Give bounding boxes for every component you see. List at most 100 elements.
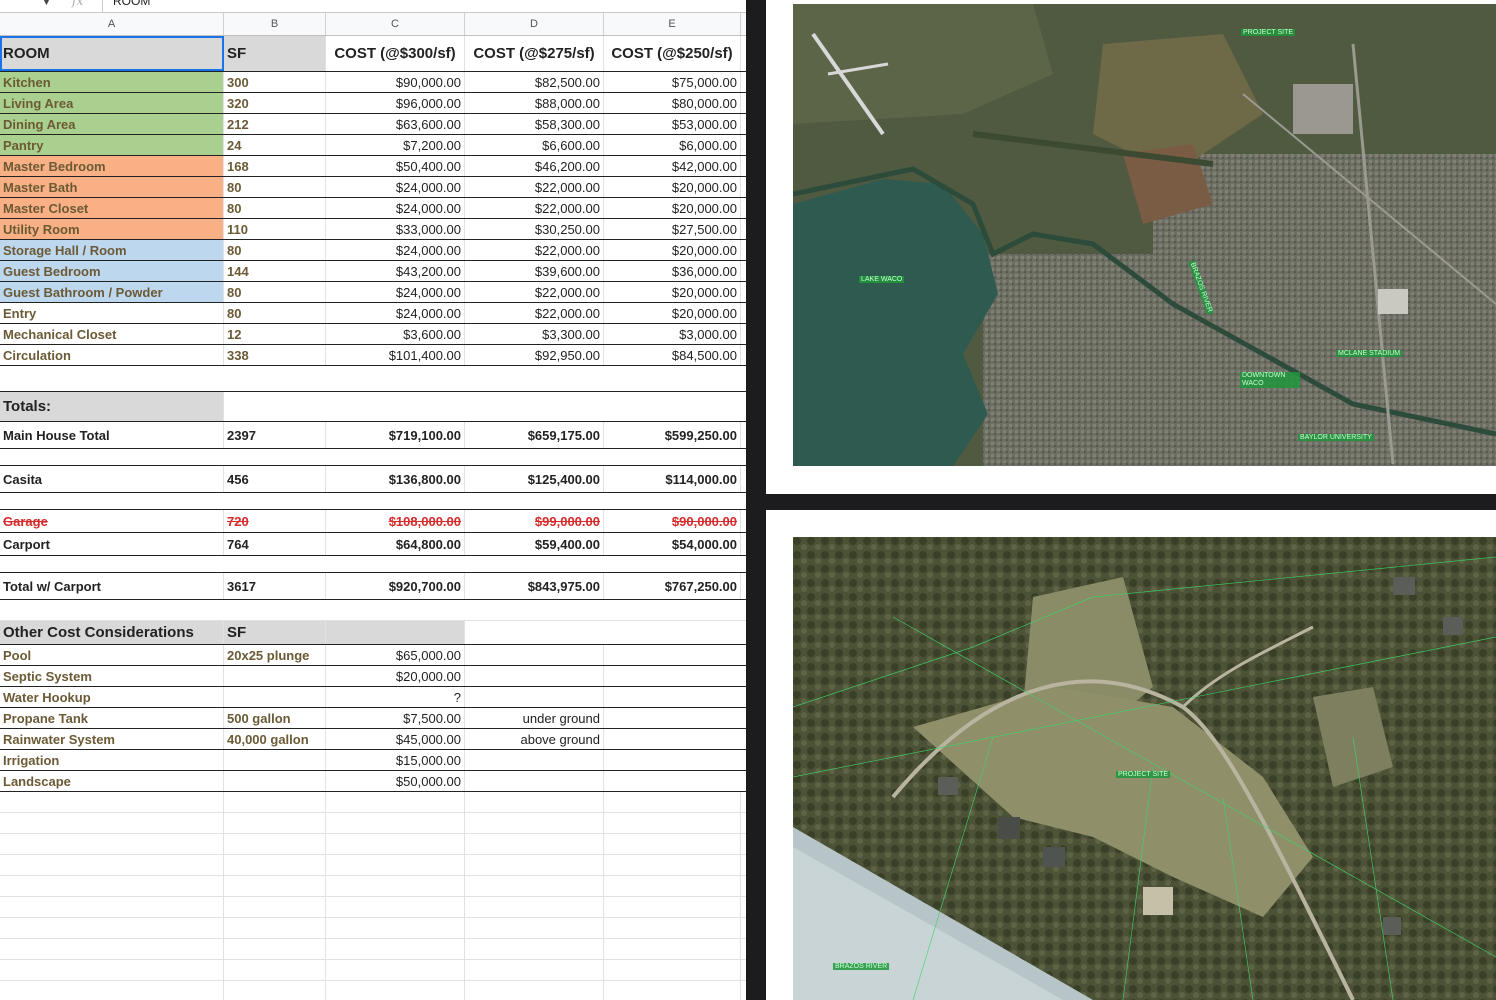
cell[interactable] bbox=[0, 918, 224, 938]
cell[interactable] bbox=[224, 855, 326, 875]
room-name-cell[interactable]: Entry bbox=[0, 303, 224, 323]
room-sf-cell[interactable]: 320 bbox=[224, 93, 326, 113]
room-sf-cell[interactable]: 144 bbox=[224, 261, 326, 281]
room-name-cell[interactable]: Mechanical Closet bbox=[0, 324, 224, 344]
cell[interactable] bbox=[326, 918, 465, 938]
cell[interactable] bbox=[224, 918, 326, 938]
room-cost-cell[interactable]: $36,000.00 bbox=[604, 261, 741, 281]
other-item-note-cell[interactable] bbox=[465, 666, 604, 686]
room-cost-cell[interactable]: $84,500.00 bbox=[604, 345, 741, 365]
total-main-cost-cell[interactable]: $659,175.00 bbox=[465, 422, 604, 448]
room-cost-cell[interactable]: $39,600.00 bbox=[465, 261, 604, 281]
cell[interactable] bbox=[465, 981, 604, 1000]
room-sf-cell[interactable]: 80 bbox=[224, 177, 326, 197]
room-cost-cell[interactable]: $22,000.00 bbox=[465, 303, 604, 323]
total-garage-cost-cell[interactable]: $99,000.00 bbox=[465, 510, 604, 532]
totals-label-cell[interactable]: Totals: bbox=[0, 392, 224, 421]
cell[interactable] bbox=[465, 876, 604, 896]
cell[interactable] bbox=[224, 897, 326, 917]
cell[interactable] bbox=[465, 939, 604, 959]
cell[interactable] bbox=[0, 939, 224, 959]
cell[interactable] bbox=[465, 834, 604, 854]
column-header-b[interactable]: B bbox=[224, 13, 326, 35]
room-cost-cell[interactable]: $24,000.00 bbox=[326, 198, 465, 218]
room-cost-cell[interactable]: $75,000.00 bbox=[604, 72, 741, 92]
other-header-cell[interactable]: Other Cost Considerations bbox=[0, 621, 224, 644]
cell[interactable] bbox=[604, 813, 741, 833]
room-sf-cell[interactable]: 80 bbox=[224, 198, 326, 218]
room-cost-cell[interactable]: $53,000.00 bbox=[604, 114, 741, 134]
cell[interactable] bbox=[224, 813, 326, 833]
column-header-d[interactable]: D bbox=[465, 13, 604, 35]
room-cost-cell[interactable]: $50,400.00 bbox=[326, 156, 465, 176]
other-item-note-cell[interactable]: under ground bbox=[465, 708, 604, 728]
other-item-cost-cell[interactable]: $50,000.00 bbox=[326, 771, 465, 791]
cell[interactable] bbox=[224, 960, 326, 980]
total-total-cost-cell[interactable]: $920,700.00 bbox=[326, 573, 465, 599]
room-cost-cell[interactable]: $20,000.00 bbox=[604, 177, 741, 197]
room-cost-cell[interactable]: $24,000.00 bbox=[326, 240, 465, 260]
other-item-cost-cell[interactable]: $20,000.00 bbox=[326, 666, 465, 686]
other-item-sf-cell[interactable] bbox=[224, 687, 326, 707]
total-garage-cost-cell[interactable]: $108,000.00 bbox=[326, 510, 465, 532]
cell[interactable] bbox=[465, 813, 604, 833]
room-cost-cell[interactable]: $22,000.00 bbox=[465, 282, 604, 302]
room-cost-cell[interactable]: $3,000.00 bbox=[604, 324, 741, 344]
room-cost-cell[interactable]: $20,000.00 bbox=[604, 303, 741, 323]
name-box-dropdown-icon[interactable]: ▼ bbox=[42, 0, 51, 7]
cell[interactable] bbox=[604, 897, 741, 917]
total-carport-cost-cell[interactable]: $64,800.00 bbox=[326, 533, 465, 555]
other-item-name-cell[interactable]: Landscape bbox=[0, 771, 224, 791]
other-sf-header-cell[interactable]: SF bbox=[224, 621, 326, 644]
room-cost-cell[interactable]: $46,200.00 bbox=[465, 156, 604, 176]
other-item-sf-cell[interactable]: 500 gallon bbox=[224, 708, 326, 728]
header-sf-cell[interactable]: SF bbox=[224, 36, 326, 71]
room-name-cell[interactable]: Dining Area bbox=[0, 114, 224, 134]
room-name-cell[interactable]: Storage Hall / Room bbox=[0, 240, 224, 260]
cell[interactable] bbox=[604, 792, 741, 812]
formula-input[interactable]: ROOM bbox=[113, 0, 150, 8]
total-casita-cost-cell[interactable]: $125,400.00 bbox=[465, 466, 604, 492]
other-item-sf-cell[interactable]: 20x25 plunge bbox=[224, 645, 326, 665]
room-cost-cell[interactable]: $3,300.00 bbox=[465, 324, 604, 344]
room-cost-cell[interactable]: $22,000.00 bbox=[465, 240, 604, 260]
room-sf-cell[interactable]: 300 bbox=[224, 72, 326, 92]
total-carport-cost-cell[interactable]: $54,000.00 bbox=[604, 533, 741, 555]
other-cost-header-cell[interactable] bbox=[326, 621, 465, 644]
room-cost-cell[interactable]: $7,200.00 bbox=[326, 135, 465, 155]
other-item-name-cell[interactable]: Pool bbox=[0, 645, 224, 665]
header-cost-300-cell[interactable]: COST (@$300/sf) bbox=[326, 36, 465, 71]
other-item-cost-cell[interactable]: $65,000.00 bbox=[326, 645, 465, 665]
total-casita-name-cell[interactable]: Casita bbox=[0, 466, 224, 492]
other-item-note-cell[interactable]: above ground bbox=[465, 729, 604, 749]
room-name-cell[interactable]: Circulation bbox=[0, 345, 224, 365]
total-total-name-cell[interactable]: Total w/ Carport bbox=[0, 573, 224, 599]
header-cost-250-cell[interactable]: COST (@$250/sf) bbox=[604, 36, 741, 71]
room-sf-cell[interactable]: 80 bbox=[224, 240, 326, 260]
cell[interactable] bbox=[326, 939, 465, 959]
room-cost-cell[interactable]: $6,600.00 bbox=[465, 135, 604, 155]
header-room-cell[interactable]: ROOM bbox=[0, 36, 224, 71]
total-garage-name-cell[interactable]: Garage bbox=[0, 510, 224, 532]
other-item-note-cell[interactable] bbox=[465, 750, 604, 770]
room-cost-cell[interactable]: $92,950.00 bbox=[465, 345, 604, 365]
cell[interactable] bbox=[465, 855, 604, 875]
column-header-e[interactable]: E bbox=[604, 13, 741, 35]
total-total-cost-cell[interactable]: $843,975.00 bbox=[465, 573, 604, 599]
other-item-note-cell[interactable] bbox=[465, 645, 604, 665]
cell[interactable] bbox=[0, 876, 224, 896]
cell[interactable] bbox=[224, 792, 326, 812]
total-casita-cost-cell[interactable]: $136,800.00 bbox=[326, 466, 465, 492]
room-cost-cell[interactable]: $30,250.00 bbox=[465, 219, 604, 239]
total-main-cost-cell[interactable]: $599,250.00 bbox=[604, 422, 741, 448]
room-name-cell[interactable]: Master Closet bbox=[0, 198, 224, 218]
other-item-note-cell[interactable] bbox=[465, 771, 604, 791]
cell[interactable] bbox=[326, 792, 465, 812]
room-cost-cell[interactable]: $27,500.00 bbox=[604, 219, 741, 239]
column-header-c[interactable]: C bbox=[326, 13, 465, 35]
other-item-cost-cell[interactable]: ? bbox=[326, 687, 465, 707]
cell[interactable] bbox=[465, 792, 604, 812]
room-sf-cell[interactable]: 168 bbox=[224, 156, 326, 176]
other-item-sf-cell[interactable] bbox=[224, 771, 326, 791]
cell[interactable] bbox=[604, 876, 741, 896]
